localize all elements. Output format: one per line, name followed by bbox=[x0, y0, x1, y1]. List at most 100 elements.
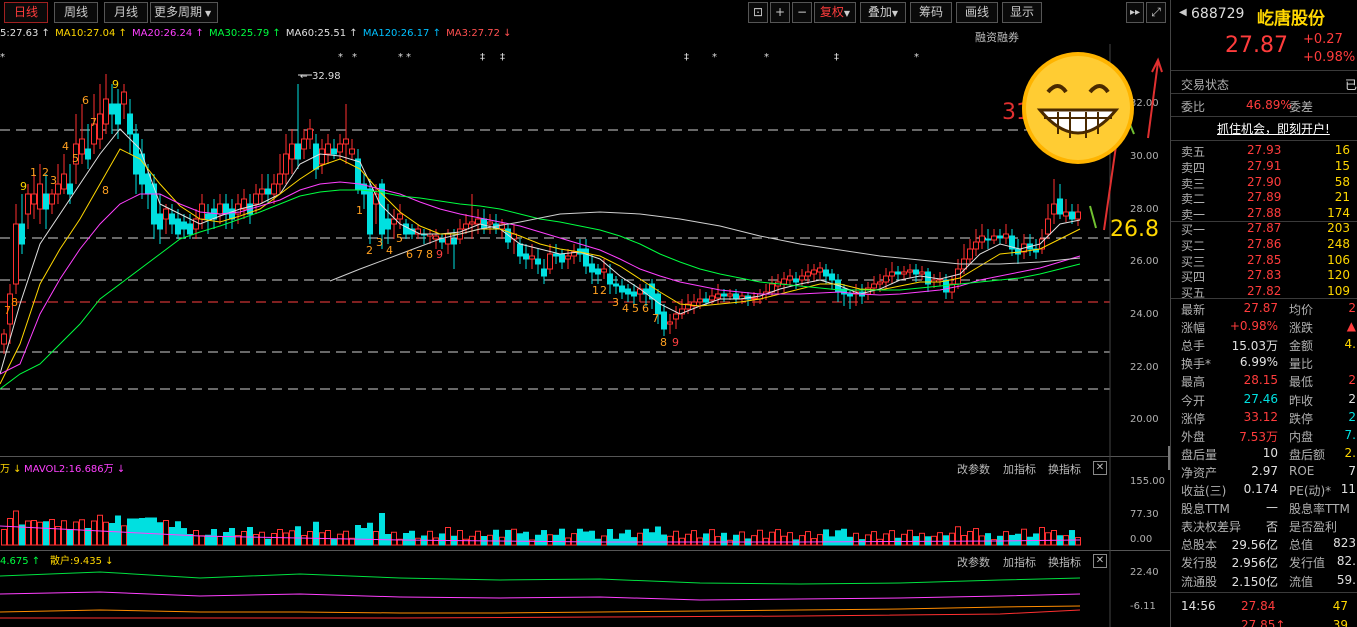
book-level-volume: 109 bbox=[1327, 284, 1350, 299]
candle-body bbox=[805, 271, 811, 277]
stat-label: 股息TTM bbox=[1181, 502, 1230, 517]
fq-arrow-icon: ▼ bbox=[843, 9, 851, 18]
draw-line-button[interactable]: 画线 bbox=[956, 2, 998, 23]
stat-row: 最新 27.87 均价 2 bbox=[1171, 300, 1357, 318]
stat-value-2: 2. bbox=[1344, 445, 1356, 460]
stat-label-2: 流值 bbox=[1289, 574, 1314, 589]
ind-line-green bbox=[0, 571, 1081, 585]
period-tab-monthly[interactable]: 月线 bbox=[104, 2, 148, 23]
weibi-label: 委比 bbox=[1181, 100, 1206, 114]
candle-body bbox=[325, 143, 331, 155]
chips-button[interactable]: 筹码 bbox=[910, 2, 952, 23]
volume-bar bbox=[967, 531, 973, 546]
volume-bar bbox=[283, 532, 289, 546]
stock-name[interactable]: 屹唐股份 bbox=[1257, 4, 1325, 29]
stat-label: 盘后量 bbox=[1181, 447, 1218, 462]
fast-forward-icon[interactable]: ▸▸ bbox=[1126, 2, 1144, 23]
ind-switch-indicator-button[interactable]: 换指标 bbox=[1048, 554, 1081, 570]
candle-body bbox=[445, 233, 451, 245]
candle-body bbox=[607, 273, 613, 285]
candle-body bbox=[913, 269, 919, 275]
candle-body bbox=[817, 267, 823, 273]
prev-stock-icon[interactable]: ◀ bbox=[1179, 7, 1187, 18]
volume-bar bbox=[919, 532, 925, 546]
open-account-link[interactable]: 抓住机会，即刻开户! bbox=[1217, 120, 1330, 137]
candle-body bbox=[547, 253, 553, 270]
lock-icon[interactable]: ⊡ bbox=[748, 2, 768, 23]
volume-bar bbox=[571, 533, 577, 546]
candle-body bbox=[367, 188, 373, 235]
volume-bar bbox=[577, 528, 583, 546]
period-tab-daily[interactable]: 日线 bbox=[4, 2, 48, 23]
tick-row: 27.85↑ 39 bbox=[1171, 617, 1357, 627]
fullscreen-icon[interactable]: ⤢ bbox=[1146, 2, 1166, 23]
volume-bar bbox=[829, 536, 835, 546]
vol-add-indicator-button[interactable]: 加指标 bbox=[1003, 461, 1036, 477]
fq-dropdown[interactable]: 复权▼ bbox=[814, 2, 856, 23]
volume-bar bbox=[739, 531, 745, 546]
candle-body bbox=[697, 298, 703, 303]
volume-bar bbox=[31, 520, 37, 546]
zoom-out-icon[interactable]: − bbox=[792, 2, 812, 23]
volume-bar bbox=[211, 529, 217, 546]
volume-bar bbox=[877, 538, 883, 546]
ma20-line bbox=[0, 181, 1081, 375]
volume-bar bbox=[817, 534, 823, 546]
book-level-volume: 15 bbox=[1334, 158, 1350, 173]
stat-value: 7.53万 bbox=[1239, 429, 1278, 444]
volume-bar bbox=[115, 515, 121, 546]
volume-bar bbox=[889, 530, 895, 546]
volume-bar bbox=[721, 532, 727, 546]
tick-volume: 47 bbox=[1332, 599, 1348, 613]
price-tick-30: 30.00 bbox=[1130, 151, 1159, 162]
candle-body bbox=[667, 321, 673, 325]
stat-label-2: 内盘 bbox=[1289, 429, 1314, 444]
fq-label: 复权 bbox=[819, 5, 844, 19]
book-level-price: 27.85 bbox=[1247, 252, 1282, 267]
stat-label: 收益(三) bbox=[1181, 484, 1227, 498]
high-annotation: ← 32.98 bbox=[298, 71, 341, 82]
candle-body bbox=[217, 203, 223, 215]
stat-value: 10 bbox=[1262, 445, 1278, 460]
vol-edit-params-button[interactable]: 改参数 bbox=[957, 461, 990, 477]
vol-switch-indicator-button[interactable]: 换指标 bbox=[1048, 461, 1081, 477]
volume-chart[interactable]: 155.00 77.30 0.00 万 ↓ MAVOL2:16.686万 ↓ bbox=[0, 456, 1170, 550]
volume-bar bbox=[409, 530, 415, 546]
ind-add-indicator-button[interactable]: 加指标 bbox=[1003, 554, 1036, 570]
svg-text:8: 8 bbox=[11, 296, 18, 309]
svg-text:8: 8 bbox=[660, 336, 667, 349]
volume-bar bbox=[1075, 537, 1081, 546]
stat-value-2: 2 bbox=[1348, 409, 1356, 424]
zoom-in-icon[interactable]: + bbox=[770, 2, 790, 23]
rzrq-label[interactable]: 融资融券 bbox=[975, 29, 1019, 45]
candle-body bbox=[49, 193, 55, 205]
candle-body bbox=[97, 113, 103, 140]
price-tick-26: 26.00 bbox=[1130, 256, 1159, 267]
stat-row: 收益(三) 0.174 PE(动)* 11 bbox=[1171, 481, 1357, 499]
volume-bar bbox=[733, 534, 739, 546]
volume-bar bbox=[769, 531, 775, 546]
candle-body bbox=[535, 258, 541, 265]
candle-body bbox=[991, 235, 997, 241]
indicator-chart[interactable]: 22.40 -6.11 4.675 ↑ 散户:9.435 ↓ bbox=[0, 550, 1170, 627]
kline-chart[interactable]: 32.00 30.00 28.00 26.00 24.00 22.00 20.0… bbox=[0, 44, 1170, 456]
stat-label: 总手 bbox=[1181, 339, 1206, 354]
period-tab-weekly[interactable]: 周线 bbox=[54, 2, 98, 23]
candle-body bbox=[787, 275, 793, 281]
svg-text:2: 2 bbox=[600, 284, 607, 297]
ind-close-icon[interactable]: ✕ bbox=[1093, 554, 1107, 568]
display-button[interactable]: 显示 bbox=[1002, 2, 1042, 23]
candle-body bbox=[541, 268, 547, 277]
ma3-value: MA3:27.72 ↓ bbox=[446, 28, 512, 39]
volume-bar bbox=[631, 537, 637, 546]
volume-bar bbox=[1051, 530, 1057, 546]
more-periods-dropdown[interactable]: 更多周期 ▼ bbox=[150, 2, 218, 23]
overlay-dropdown[interactable]: 叠加▼ bbox=[860, 2, 906, 23]
vol-close-icon[interactable]: ✕ bbox=[1093, 461, 1107, 475]
candle-body bbox=[31, 193, 37, 205]
svg-text:6: 6 bbox=[642, 302, 649, 315]
volume-bar bbox=[871, 531, 877, 546]
ind-edit-params-button[interactable]: 改参数 bbox=[957, 554, 990, 570]
volume-bar bbox=[937, 532, 943, 546]
candle-body bbox=[889, 271, 895, 277]
